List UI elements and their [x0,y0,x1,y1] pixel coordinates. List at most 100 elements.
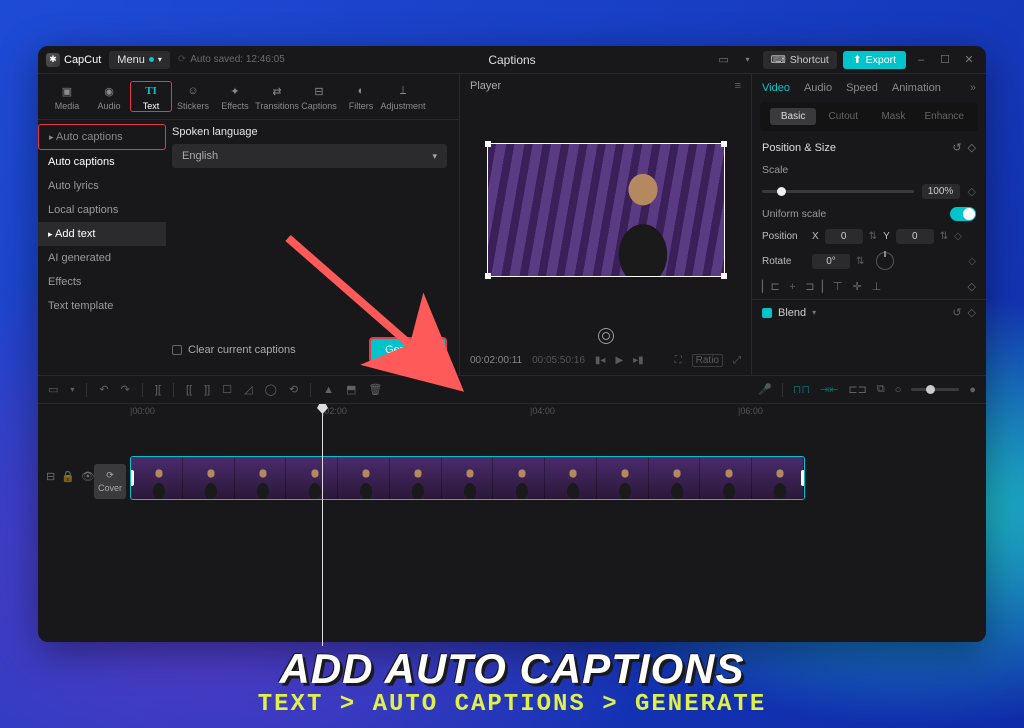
export-button[interactable]: ⬆ Export [843,51,906,69]
stab-enhance[interactable]: Enhance [921,108,968,125]
rotate-keyframe-icon[interactable]: ◇ [968,256,976,267]
blend-keyframe-icon[interactable]: ◇ [968,306,976,319]
align-right-icon[interactable]: ⊐▕ [805,280,823,293]
pos-keyframe-icon[interactable]: ◇ [954,231,962,242]
magnet-icon[interactable]: ⊓⊓ [793,383,810,396]
menu-button[interactable]: Menu ▾ [109,51,170,69]
tab-text[interactable]: TIText [130,81,172,112]
clear-captions-checkbox[interactable]: Clear current captions [172,344,296,356]
cover-button[interactable]: ⟳ Cover [94,464,126,499]
lasso-icon[interactable]: ◿ [244,383,252,396]
expand-icon[interactable]: ⤢ [733,355,741,366]
tab-captions[interactable]: ⊟Captions [298,82,340,111]
tab-adjustment[interactable]: ⟘Adjustment [382,82,424,111]
maximize-icon[interactable]: ☐ [936,51,954,69]
track-lock-icon[interactable]: 🔒 [61,470,75,483]
undo-icon[interactable]: ↶ [99,383,108,396]
sidebar-add-text[interactable]: Add text [38,222,166,246]
zoom-out-icon[interactable]: ○ [895,384,902,396]
scale-slider[interactable] [762,190,914,193]
video-clip[interactable]: How The British Took Over India_.mp4 00:… [130,456,805,500]
track-visible-icon[interactable]: 👁 [81,470,95,483]
close-icon[interactable]: ✕ [960,51,978,69]
tab-stickers[interactable]: ☺Stickers [172,82,214,111]
track-collapse-icon[interactable]: ⊟ [46,470,55,483]
crop-icon[interactable]: ☐ [222,383,232,396]
stab-basic[interactable]: Basic [770,108,816,125]
align-center-h-icon[interactable]: ⧾ [790,280,796,293]
uniform-scale-toggle[interactable] [950,207,976,221]
rtab-animation[interactable]: Animation [892,82,941,94]
tab-media[interactable]: ▣Media [46,82,88,111]
align-left-icon[interactable]: ▏⊏ [762,280,780,293]
generate-button[interactable]: Generate [369,337,447,363]
rtab-speed[interactable]: Speed [846,82,878,94]
minimize-icon[interactable]: – [912,51,930,69]
select-tool-icon[interactable]: ▭ [48,383,58,396]
record-icon[interactable]: ◯ [265,383,277,396]
mirror-icon[interactable]: ▲ [323,384,334,396]
align-bottom-icon[interactable]: ⊥ [872,280,882,293]
rotate-input[interactable]: 0° [812,254,850,269]
sidebar-effects[interactable]: Effects [38,270,166,294]
position-x-input[interactable]: 0 [825,229,863,244]
trim-right-icon[interactable]: ]​] [204,384,210,396]
clip-handle-right[interactable] [801,470,805,486]
captions-icon: ⊟ [314,82,323,100]
tab-transitions[interactable]: ⇄Transitions [256,82,298,111]
trim-left-icon[interactable]: [​[ [186,384,192,396]
timeline-ruler[interactable]: |00:00 |02:00 |04:00 |06:00 [130,404,986,422]
split-icon[interactable]: ]​[ [155,384,161,396]
zoom-in-icon[interactable]: ● [969,384,976,396]
tool-menu-icon[interactable]: ▾ [70,385,74,394]
position-y-input[interactable]: 0 [896,229,934,244]
stab-mask[interactable]: Mask [870,108,916,125]
delete-icon[interactable]: 🗑 [368,383,382,396]
link-icon[interactable]: ⊏⊐ [848,383,866,396]
align-keyframe-icon[interactable]: ◇ [968,280,976,293]
redo-icon[interactable]: ↷ [121,383,130,396]
playhead[interactable] [322,404,323,646]
sidebar-auto-lyrics[interactable]: Auto lyrics [38,174,166,198]
tab-filters[interactable]: ◐Filters [340,82,382,111]
sidebar-auto-captions[interactable]: Auto captions [38,150,166,174]
ratio-button[interactable]: Ratio [692,354,723,367]
keyframe-icon[interactable]: ◇ [968,141,976,154]
zoom-slider[interactable] [911,388,959,391]
language-select[interactable]: English ▾ [172,144,447,168]
play-icon[interactable]: ▶ [615,355,623,366]
sidebar-text-template[interactable]: Text template [38,294,166,318]
player-menu-icon[interactable]: ≡ [735,80,741,92]
clip-handle-left[interactable] [130,470,134,486]
sidebar-ai-generated[interactable]: AI generated [38,246,166,270]
scale-keyframe-icon[interactable]: ◇ [968,185,976,198]
stab-cutout[interactable]: Cutout [820,108,866,125]
next-frame-icon[interactable]: ▸▮ [633,355,644,366]
scale-value[interactable]: 100% [922,184,960,199]
rotate-dial[interactable] [876,252,894,270]
rtab-video[interactable]: Video [762,82,790,94]
mic-icon[interactable]: 🎤 [758,383,772,396]
sidebar-auto-captions-highlighted[interactable]: Auto captions [38,124,166,150]
tab-audio[interactable]: ◉Audio [88,82,130,111]
blend-checkbox[interactable] [762,308,772,318]
tab-effects[interactable]: ✦Effects [214,82,256,111]
position-label: Position [762,231,806,242]
blend-reset-icon[interactable]: ↺ [952,306,961,319]
align-top-icon[interactable]: ⊤ [833,280,843,293]
fullscreen-icon[interactable]: ⛶ [675,355,682,366]
reset-icon[interactable]: ↺ [952,141,961,154]
rtab-more-icon[interactable]: » [970,82,976,94]
align-center-v-icon[interactable]: ✛ [852,280,861,293]
layout-icon[interactable]: ▭ [715,51,733,69]
preview-icon[interactable]: ⧉ [877,383,885,396]
rtab-audio[interactable]: Audio [804,82,832,94]
video-preview[interactable] [487,143,725,277]
snap-icon[interactable]: ⇥⇤ [820,383,838,396]
shortcut-button[interactable]: ⌨ Shortcut [763,51,837,69]
reverse-icon[interactable]: ⟲ [289,383,298,396]
sidebar-local-captions[interactable]: Local captions [38,198,166,222]
layout-menu-icon[interactable]: ▾ [739,51,757,69]
prev-frame-icon[interactable]: ▮◂ [595,355,606,366]
freeze-icon[interactable]: ⬒ [346,383,356,396]
